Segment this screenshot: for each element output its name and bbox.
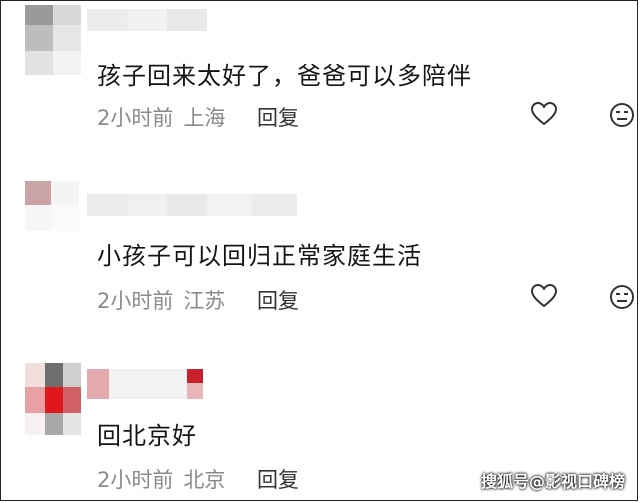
comment-location: 上海: [183, 106, 226, 130]
comment-meta: 2小时前 北京: [97, 464, 225, 494]
neutral-face-icon[interactable]: [607, 282, 637, 312]
comment-text: 小孩子可以回归正常家庭生活: [97, 242, 422, 270]
heart-icon[interactable]: [529, 281, 559, 311]
comment-location: 江苏: [183, 289, 226, 313]
reply-button[interactable]: 回复: [257, 102, 299, 132]
watermark: 搜狐号@影视口碑榜: [480, 472, 625, 491]
comment-meta: 2小时前 江苏: [97, 285, 225, 315]
comment-list: 孩子回来太好了，爸爸可以多陪伴 2小时前上海 回复 小孩子可以回归正常家庭生活: [0, 0, 638, 501]
username-blurred[interactable]: [87, 194, 297, 216]
avatar[interactable]: [25, 363, 81, 435]
comment-text: 孩子回来太好了，爸爸可以多陪伴: [97, 62, 472, 90]
neutral-face-icon[interactable]: [607, 100, 637, 130]
comment-time: 2小时前: [97, 289, 174, 313]
reply-button[interactable]: 回复: [257, 464, 299, 494]
heart-icon[interactable]: [529, 99, 559, 129]
reply-button[interactable]: 回复: [257, 285, 299, 315]
username-blurred[interactable]: [87, 369, 207, 399]
avatar[interactable]: [25, 5, 81, 77]
username-blurred[interactable]: [87, 9, 207, 31]
comment-time: 2小时前: [97, 468, 174, 492]
comment-meta: 2小时前 上海: [97, 102, 225, 132]
comment-time: 2小时前: [97, 106, 174, 130]
comment-location: 北京: [183, 468, 226, 492]
avatar[interactable]: [25, 181, 81, 253]
comment-text: 回北京好: [97, 422, 197, 450]
